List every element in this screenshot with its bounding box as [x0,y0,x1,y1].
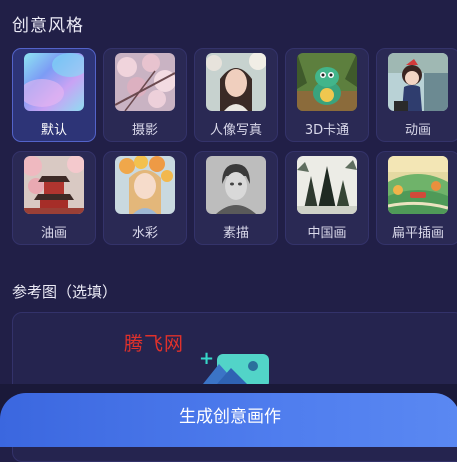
style-card-oil-painting[interactable]: 油画 [12,151,96,245]
style-card-watercolor[interactable]: 水彩 [103,151,187,245]
3d-dinosaur-icon [297,53,357,111]
style-card-flat-illustration[interactable]: 扁平插画 [376,151,457,245]
style-card-default[interactable]: 默认 [12,48,96,142]
style-label: 摄影 [131,123,158,138]
style-label: 3D卡通 [304,123,350,138]
style-card-portrait[interactable]: 人像写真 [194,48,278,142]
watermark-text: 腾飞网 [124,333,185,355]
style-label: 水彩 [131,226,158,241]
oil-painting-temple-icon [24,156,84,214]
style-grid: 默认 摄影 人像写真 3D卡通 动画 油画 水彩 素描 中国画 扁平插画 [12,48,457,254]
chinese-ink-painting-icon [297,156,357,214]
gradient-thumbnail-icon [24,53,84,111]
style-label: 扁平插画 [391,226,444,241]
style-card-photography[interactable]: 摄影 [103,48,187,142]
style-card-chinese-painting[interactable]: 中国画 [285,151,369,245]
style-label: 默认 [40,123,67,138]
portrait-photo-icon [206,53,266,111]
flat-illustration-icon [388,156,448,214]
cherry-blossom-photo-icon [115,53,175,111]
style-label: 人像写真 [209,123,262,138]
style-label: 油画 [40,226,67,241]
style-label: 素描 [222,226,249,241]
style-label: 中国画 [307,226,347,241]
section-title-reference: 参考图（选填） [12,283,118,301]
style-label: 动画 [404,123,431,138]
style-card-sketch[interactable]: 素描 [194,151,278,245]
style-card-animation[interactable]: 动画 [376,48,457,142]
generate-art-button[interactable]: 生成创意画作 [0,393,457,447]
section-title-style: 创意风格 [12,16,84,36]
style-card-3d-cartoon[interactable]: 3D卡通 [285,48,369,142]
watercolor-girl-icon [115,156,175,214]
add-image-icon[interactable] [203,354,271,388]
anime-girl-icon [388,53,448,111]
sketch-portrait-icon [206,156,266,214]
